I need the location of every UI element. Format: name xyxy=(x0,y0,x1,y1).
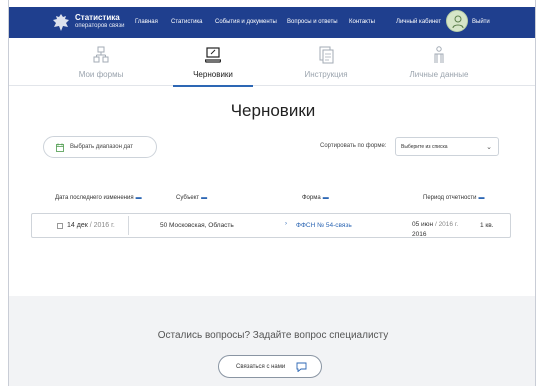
row-form-link[interactable]: ФФСН № 54-связь xyxy=(296,222,352,229)
tab-label: Личные данные xyxy=(409,70,469,79)
chevron-down-icon: ⌄ xyxy=(486,144,492,151)
logout-link[interactable]: Выйти xyxy=(472,19,490,25)
nav-statistics[interactable]: Статистика xyxy=(171,19,203,25)
tab-label: Черновики xyxy=(193,70,233,79)
forms-icon xyxy=(93,46,109,63)
date-range-button[interactable]: Выбрать диапазон дат xyxy=(43,136,157,158)
column-divider xyxy=(128,216,129,235)
nav-contacts[interactable]: Контакты xyxy=(349,19,375,25)
tab-label: Инструкция xyxy=(304,70,348,79)
user-icon xyxy=(452,15,464,29)
nav-events-documents[interactable]: События и документы xyxy=(215,19,277,25)
avatar[interactable] xyxy=(446,10,468,32)
personal-cabinet-link[interactable]: Личный кабинет xyxy=(396,19,441,25)
drafts-laptop-icon xyxy=(205,47,221,63)
row-period-day: 05 июн xyxy=(412,221,434,228)
sort-arrow-icon: ▬ xyxy=(135,195,142,201)
person-icon xyxy=(434,46,444,63)
nav-faq[interactable]: Вопросы и ответы xyxy=(287,19,338,25)
date-range-label: Выбрать диапазон дат xyxy=(70,144,133,150)
form-link-arrow-icon: › xyxy=(285,221,287,227)
tab-personal-data[interactable]: Личные данные xyxy=(399,38,479,86)
calendar-icon xyxy=(56,143,64,152)
sort-select-value: Выберите из списка xyxy=(401,144,448,150)
col-header-date[interactable]: Дата последнего изменения ▬ xyxy=(55,195,142,201)
row-date-year: / 2016 г. xyxy=(89,222,115,229)
sort-arrow-icon: ▬ xyxy=(478,195,485,201)
section-tabs: Мои формы Черновики Инструкция Личные да… xyxy=(9,38,535,87)
brand-title: Статистика xyxy=(75,13,120,22)
help-question: Остались вопросы? Задайте вопрос специал… xyxy=(157,330,389,341)
sort-label: Сортировать по форме: xyxy=(320,143,387,149)
nav-home[interactable]: Главная xyxy=(135,19,158,25)
table-row[interactable]: 14 дек / 2016 г. 50 Московская, Область … xyxy=(31,213,511,238)
col-header-label: Дата последнего изменения xyxy=(55,195,134,201)
tab-my-forms[interactable]: Мои формы xyxy=(61,38,141,86)
tab-label: Мои формы xyxy=(78,70,124,79)
col-header-form[interactable]: Форма ▬ xyxy=(302,195,329,201)
contact-button-label: Связаться с нами xyxy=(236,364,286,370)
contact-us-button[interactable]: Связаться с нами xyxy=(218,355,322,378)
active-tab-indicator xyxy=(173,85,253,87)
row-subject: 50 Московская, Область xyxy=(160,222,234,229)
row-checkbox[interactable] xyxy=(57,223,63,229)
sort-form-select[interactable]: Выберите из списка ⌄ xyxy=(395,137,499,156)
sort-arrow-icon: ▬ xyxy=(201,195,208,201)
tab-instruction[interactable]: Инструкция xyxy=(286,38,366,86)
app-frame: Статистика операторов связи Главная Стат… xyxy=(8,0,536,386)
chat-bubble-icon xyxy=(296,362,307,372)
row-date: 14 дек / 2016 г. xyxy=(67,222,115,229)
col-header-label: Субъект xyxy=(176,195,200,201)
brand-logo[interactable]: Статистика операторов связи xyxy=(75,13,124,31)
brand-subtitle: операторов связи xyxy=(75,23,125,29)
page-title: Черновики xyxy=(230,101,316,120)
col-header-label: Форма xyxy=(302,195,321,201)
col-header-label: Период отчетности xyxy=(423,195,477,201)
tab-drafts[interactable]: Черновики xyxy=(173,38,253,87)
instruction-icon xyxy=(319,46,334,64)
row-quarter: 1 кв. xyxy=(480,222,494,229)
help-footer: Остались вопросы? Задайте вопрос специал… xyxy=(9,296,535,386)
emblem-icon xyxy=(53,14,69,31)
sort-arrow-icon: ▬ xyxy=(322,195,329,201)
col-header-subject[interactable]: Субъект ▬ xyxy=(176,195,207,201)
top-header: Статистика операторов связи Главная Стат… xyxy=(9,7,535,38)
row-period-year2: 2016 xyxy=(412,231,427,238)
row-date-day: 14 дек xyxy=(67,222,88,229)
col-header-period[interactable]: Период отчетности ▬ xyxy=(423,195,484,201)
row-period-year: / 2016 г. xyxy=(434,221,459,228)
